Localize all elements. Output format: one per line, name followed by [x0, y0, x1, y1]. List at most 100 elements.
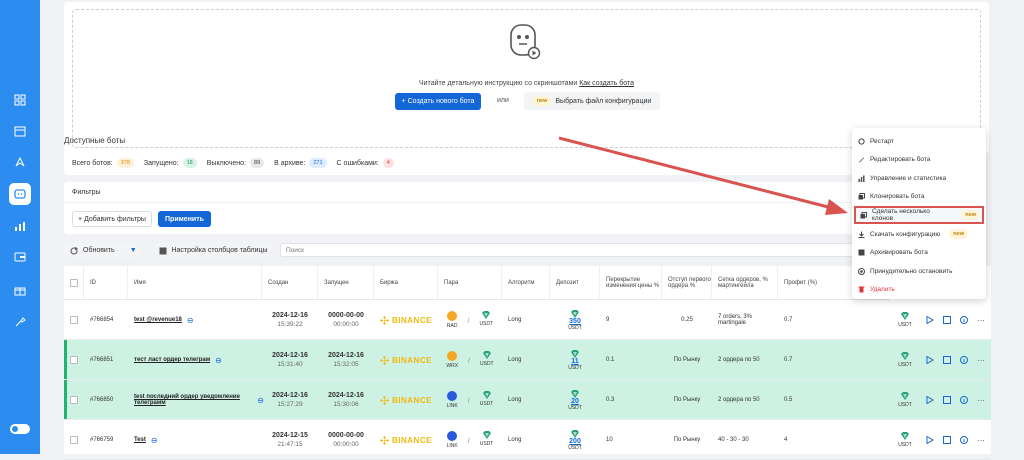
bot-name-link[interactable]: Test [134, 437, 146, 443]
info-icon[interactable] [960, 316, 968, 324]
play-icon[interactable] [926, 396, 934, 404]
column-header[interactable]: Перекрытие изменения цены % [600, 266, 662, 300]
info-icon[interactable] [960, 356, 968, 364]
order-grid: 2 ордера по 50 [718, 397, 760, 403]
menu-item[interactable]: Клонировать бота [852, 188, 986, 206]
select-all-checkbox[interactable] [70, 278, 78, 287]
base-coin-icon [447, 391, 458, 401]
instruction-text: Читайте детальную инструкцию со скриншот… [418, 80, 578, 87]
link-icon[interactable]: ⊖ [215, 356, 222, 365]
archive-icon [858, 249, 865, 256]
info-icon[interactable] [960, 396, 968, 404]
instruction-link[interactable]: Как создать бота [579, 80, 634, 87]
choose-config-button[interactable]: new Выбрать файл конфигурации [524, 92, 660, 110]
column-header[interactable]: ID [84, 266, 128, 300]
column-header[interactable]: Биржа [374, 266, 438, 300]
rocket-icon[interactable] [12, 154, 28, 170]
table-cell [64, 420, 84, 460]
column-header[interactable]: Отступ первого ордера % [662, 266, 712, 300]
stop-icon[interactable] [943, 436, 951, 444]
deposit-value[interactable]: 350 [569, 318, 581, 325]
available-bots-title: Доступные боты [64, 136, 126, 145]
bot-name-link[interactable]: тест ласт ордер телеграм [134, 357, 210, 363]
menu-item[interactable]: Управление и статистика [852, 169, 986, 187]
table-cell: 2024-12-16 15:31:40 [262, 340, 318, 380]
play-icon[interactable] [926, 356, 934, 364]
stat-count-badge[interactable]: 18 [182, 158, 197, 168]
tools-icon[interactable] [12, 314, 28, 330]
row-checkbox[interactable] [70, 396, 78, 404]
info-icon[interactable] [960, 436, 968, 444]
column-header[interactable]: Пара [438, 266, 502, 300]
table-cell: 10 [600, 420, 662, 460]
table-cell: 40 - 30 - 30 [712, 420, 778, 460]
more-icon[interactable]: ⋯ [977, 316, 985, 325]
dashboard-icon[interactable] [12, 92, 28, 108]
exchange-logo: BINANCE [380, 355, 432, 365]
menu-item[interactable]: Сделать несколько клонов new [854, 206, 984, 225]
column-header[interactable]: Имя [128, 266, 262, 300]
row-checkbox[interactable] [70, 316, 78, 324]
column-header[interactable]: Создан [262, 266, 318, 300]
menu-item[interactable]: Редактировать бота [852, 151, 986, 169]
exchange-name: BINANCE [392, 395, 432, 405]
column-header-label: Профит (%) [784, 279, 818, 286]
refresh-button[interactable]: Обновить ▼ [64, 243, 140, 258]
stop-icon[interactable] [943, 396, 951, 404]
more-icon[interactable]: ⋯ [977, 396, 985, 405]
play-icon[interactable] [926, 316, 934, 324]
menu-item[interactable]: Удалить [852, 281, 986, 299]
deposit-value[interactable]: 200 [569, 438, 581, 445]
search-input[interactable] [280, 243, 860, 257]
select-all-checkbox-cell[interactable] [64, 266, 84, 300]
play-icon[interactable] [926, 436, 934, 444]
apply-button[interactable]: Применить [158, 211, 211, 227]
calendar-icon[interactable] [12, 123, 28, 139]
table-row[interactable]: #766850 test последний ордер уведомление … [64, 380, 991, 420]
stop-icon[interactable] [943, 316, 951, 324]
bot-name-link[interactable]: test последний ордер уведомление телегра… [134, 394, 252, 406]
columns-settings-button[interactable]: Настройка столбцов таблицы [157, 243, 270, 258]
menu-item[interactable]: Принудительно остановить [852, 262, 986, 280]
table-row[interactable]: #766851 тест ласт ордер телеграм ⊖ 2024-12-… [64, 340, 991, 380]
stat-count-badge[interactable]: 89 [250, 158, 265, 168]
bot-name-link[interactable]: test @revenue18 [134, 317, 182, 323]
deposit-value[interactable]: 20 [571, 398, 579, 405]
menu-item[interactable]: Скачать конфигурацию new [852, 225, 986, 243]
column-header[interactable]: Алгоритм [502, 266, 550, 300]
link-icon[interactable]: ⊖ [187, 316, 194, 325]
deposit-value[interactable]: 11 [571, 358, 578, 365]
menu-item[interactable]: Архивировать бота [852, 244, 986, 262]
bots-icon[interactable] [9, 183, 31, 205]
stat-count-badge[interactable]: 271 [309, 158, 327, 168]
create-bot-button[interactable]: + Создать нового бота [395, 93, 481, 110]
link-icon[interactable]: ⊖ [151, 436, 158, 445]
table-cell: По Рынку [662, 420, 712, 460]
stop-icon[interactable] [943, 356, 951, 364]
more-icon[interactable]: ⋯ [977, 436, 985, 445]
add-filters-button[interactable]: + Добавить фильтры [72, 211, 152, 227]
table-cell: #766759 [84, 420, 128, 460]
stat-count-badge[interactable]: 378 [116, 158, 134, 168]
chart-icon[interactable] [12, 218, 28, 234]
column-header[interactable]: Депозит [550, 266, 600, 300]
table-row[interactable]: #766759 Test ⊖ 2024-12-15 21:47:15 0000-00-00… [64, 420, 991, 460]
gift-icon[interactable] [12, 282, 28, 298]
more-icon[interactable]: ⋯ [977, 356, 985, 365]
row-checkbox[interactable] [70, 356, 78, 364]
table-cell [64, 380, 84, 420]
theme-toggle[interactable] [10, 424, 30, 434]
quote-currency: USDT [479, 321, 494, 327]
stat-count-badge[interactable]: 4 [382, 158, 394, 168]
chevron-down-icon[interactable]: ▼ [130, 247, 137, 254]
menu-item[interactable]: Рестарт [852, 132, 986, 150]
table-cell: BINANCE [374, 420, 438, 460]
row-checkbox[interactable] [70, 436, 78, 444]
table-row[interactable]: #766854 test @revenue18 ⊖ 2024-12-16 15:39:2… [64, 300, 991, 340]
create-bot-card: Читайте детальную инструкцию со скриншот… [64, 2, 989, 154]
wallet-icon[interactable] [12, 249, 28, 265]
table-cell: WRX / USDT [438, 340, 502, 380]
column-header[interactable]: Запущен [318, 266, 374, 300]
column-header[interactable]: Сетка ордеров, % мартингейла [712, 266, 778, 300]
started-date: 2024-12-16 [328, 352, 364, 359]
